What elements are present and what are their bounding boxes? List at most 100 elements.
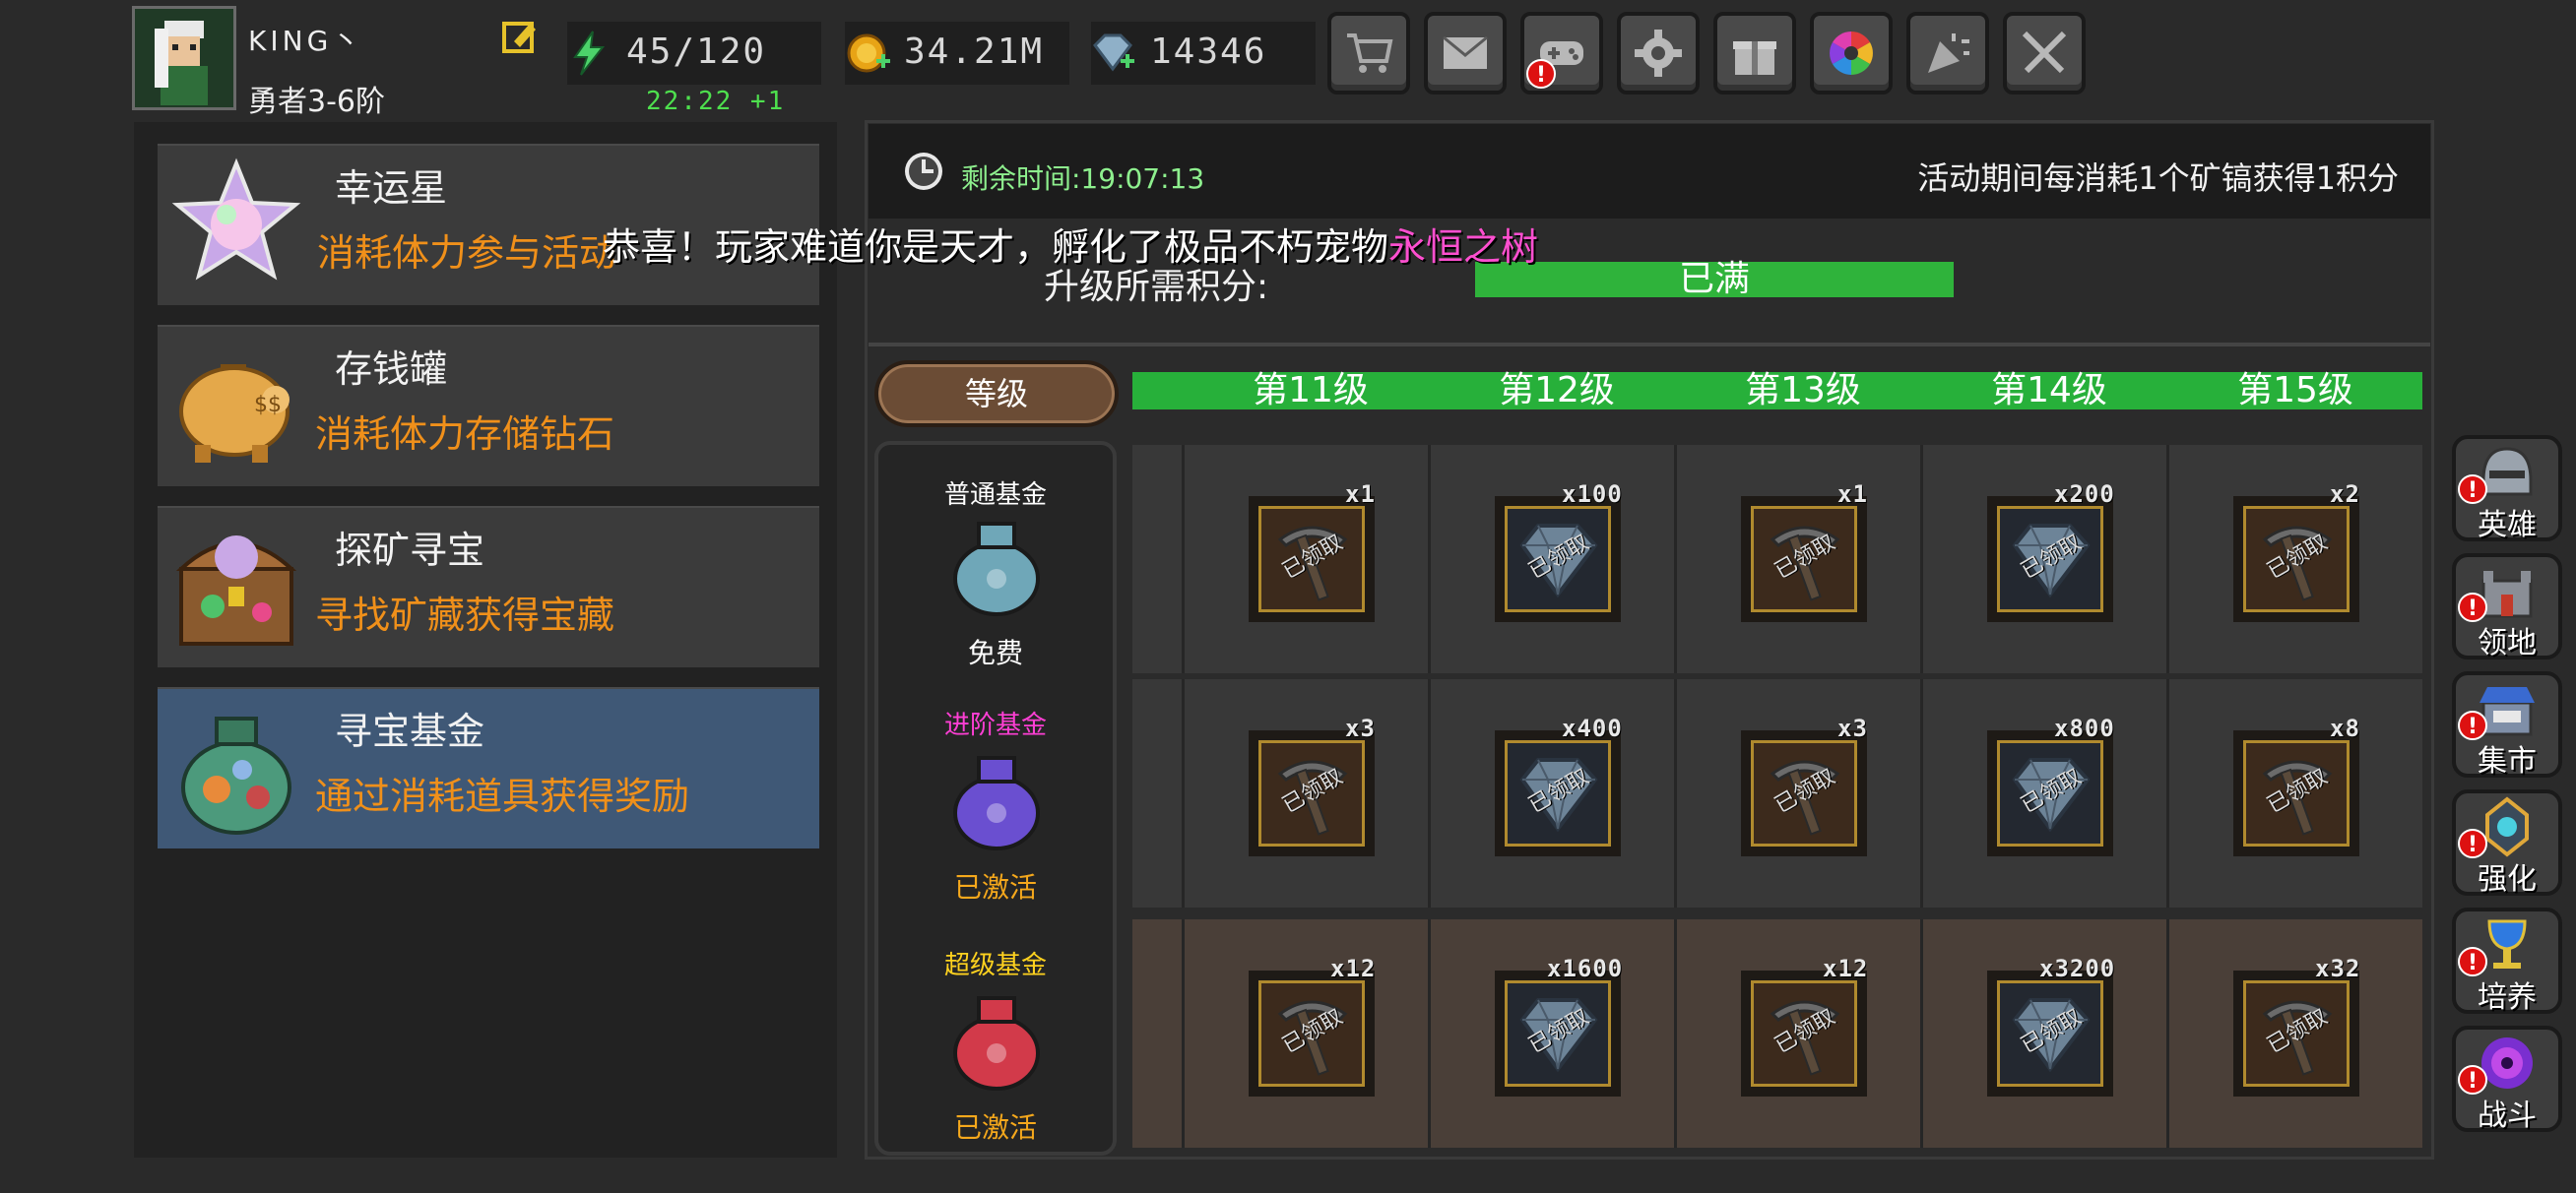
gift-icon (1733, 41, 1776, 75)
mail-button[interactable] (1424, 12, 1507, 94)
gear-icon (1635, 30, 1682, 77)
pickaxe-reward[interactable]: 已领取 (1249, 496, 1375, 622)
level-tab: 等级 (874, 360, 1119, 427)
upgrade-progress-bar: 已满 (1475, 262, 1954, 297)
activity-title: 探矿寻宝 (335, 529, 485, 572)
level-tab-label: 等级 (964, 375, 1028, 412)
cell-divider (2166, 679, 2169, 908)
diamond-reward[interactable]: 已领取 (1495, 971, 1621, 1097)
cell-divider (1428, 679, 1431, 908)
cell-divider (1674, 919, 1677, 1148)
nav-territory[interactable]: ! 领地 (2452, 553, 2562, 660)
fund-state: 已激活 (953, 871, 1037, 904)
diamond-reward[interactable]: 已领取 (1495, 496, 1621, 622)
reward-quantity: x1 (1837, 480, 1868, 508)
cell-divider (1182, 919, 1185, 1148)
reward-quantity: x3200 (2039, 955, 2116, 982)
diamond-reward[interactable]: 已领取 (1987, 496, 2113, 622)
reward-quantity: x32 (2315, 955, 2361, 982)
gift-button[interactable] (1713, 12, 1796, 94)
crossed-swords-icon (2022, 31, 2067, 74)
cell-divider (1182, 679, 1185, 908)
nav-battle[interactable]: ! 战斗 (2452, 1026, 2562, 1133)
reward-quantity: x3 (1837, 715, 1868, 742)
shop-button[interactable] (1327, 12, 1410, 94)
battle-button[interactable] (2003, 12, 2086, 94)
diamond-reward[interactable]: 已领取 (1495, 730, 1621, 856)
activity-item-piggy-bank[interactable]: $$ 存钱罐 消耗体力存储钻石 (158, 325, 819, 486)
activity-desc: 通过消耗道具获得奖励 (315, 775, 690, 818)
level-header-12: 第12级 (1499, 370, 1615, 410)
fund-label[interactable]: 普通基金 免费 (878, 445, 1113, 673)
diamond-reward[interactable]: 已领取 (1987, 971, 2113, 1097)
upgrade-status: 已满 (1678, 259, 1750, 299)
nav-hero[interactable]: ! 英雄 (2452, 435, 2562, 542)
reward-quantity: x2 (2330, 480, 2360, 508)
reward-quantity: x400 (1562, 715, 1623, 742)
pickaxe-reward[interactable]: 已领取 (1741, 971, 1867, 1097)
remaining-time: 剩余时间:19:07:13 (961, 162, 1205, 195)
player-name: KING丶 (248, 25, 364, 57)
gold-value: 34.21M (904, 31, 1045, 72)
broadcast-ticker: 恭喜！玩家难道你是天才，孵化了极品不朽宠物永恒之树 (603, 217, 1538, 271)
lightning-icon (565, 30, 612, 77)
nav-enhance[interactable]: ! 强化 (2452, 789, 2562, 897)
fund-state: 免费 (967, 637, 1023, 669)
nav-market[interactable]: ! 集市 (2452, 671, 2562, 779)
reward-quantity: x8 (2330, 715, 2360, 742)
pickaxe-reward[interactable]: 已领取 (2233, 730, 2359, 856)
fund-bag-icon (947, 744, 1046, 852)
level-header-15: 第15级 (2237, 370, 2353, 410)
activity-item-treasure-fund[interactable]: 寻宝基金 通过消耗道具获得奖励 (158, 687, 819, 848)
cell-divider (1674, 679, 1677, 908)
pickaxe-reward[interactable]: 已领取 (1741, 496, 1867, 622)
cell-divider (1428, 445, 1431, 673)
activity-title: 存钱罐 (335, 347, 448, 391)
activity-desc: 寻找矿藏获得宝藏 (315, 594, 615, 637)
settings-button[interactable] (1617, 12, 1700, 94)
nav-label: 领地 (2478, 626, 2537, 660)
energy-value: 45/120 (626, 31, 767, 72)
broadcast-highlight: 永恒之树 (1388, 225, 1539, 269)
mail-icon (1443, 35, 1488, 69)
reward-quantity: x100 (1562, 480, 1623, 508)
diamond-icon (1089, 30, 1136, 77)
pickaxe-reward[interactable]: 已领取 (2233, 971, 2359, 1097)
party-popper-icon (1928, 33, 1969, 73)
nav-cultivate[interactable]: ! 培养 (2452, 908, 2562, 1015)
reward-quantity: x1600 (1547, 955, 1624, 982)
cell-divider (1182, 445, 1185, 673)
broadcast-text: 恭喜！玩家难道你是天才，孵化了极品不朽宠物 (603, 225, 1389, 269)
cart-icon (1347, 33, 1393, 73)
pickaxe-reward[interactable]: 已领取 (2233, 496, 2359, 622)
pickaxe-reward[interactable]: 已领取 (1249, 730, 1375, 856)
edit-name-icon[interactable] (500, 18, 540, 57)
activity-title: 寻宝基金 (335, 710, 485, 753)
activity-item-treasure-hunt[interactable]: 探矿寻宝 寻找矿藏获得宝藏 (158, 506, 819, 667)
pickaxe-reward[interactable]: 已领取 (1741, 730, 1867, 856)
cell-divider (1674, 445, 1677, 673)
lucky-star-icon (167, 156, 305, 293)
nav-label: 战斗 (2478, 1099, 2537, 1133)
reward-quantity: x3 (1345, 715, 1376, 742)
fund-name: 进阶基金 (943, 711, 1047, 740)
cell-divider (2166, 919, 2169, 1148)
celebration-button[interactable] (1906, 12, 1989, 94)
cell-divider (2166, 445, 2169, 673)
fund-state: 已激活 (953, 1111, 1037, 1144)
fund-bag-icon (947, 510, 1046, 618)
games-button[interactable]: ! (1520, 12, 1603, 94)
nav-label: 英雄 (2478, 508, 2537, 542)
player-avatar[interactable] (132, 6, 236, 110)
nav-label: 强化 (2478, 862, 2537, 897)
activity-desc: 消耗体力存储钻石 (315, 412, 615, 456)
fund-label[interactable]: 超级基金 已激活 (878, 919, 1113, 1148)
pickaxe-reward[interactable]: 已领取 (1249, 971, 1375, 1097)
fund-label[interactable]: 进阶基金 已激活 (878, 679, 1113, 908)
reward-quantity: x12 (1330, 955, 1377, 982)
diamond-reward[interactable]: 已领取 (1987, 730, 2113, 856)
lottery-button[interactable] (1810, 12, 1893, 94)
cell-divider (1920, 919, 1923, 1148)
games-alert-icon: ! (1526, 59, 1556, 89)
color-wheel-icon (1830, 31, 1873, 75)
